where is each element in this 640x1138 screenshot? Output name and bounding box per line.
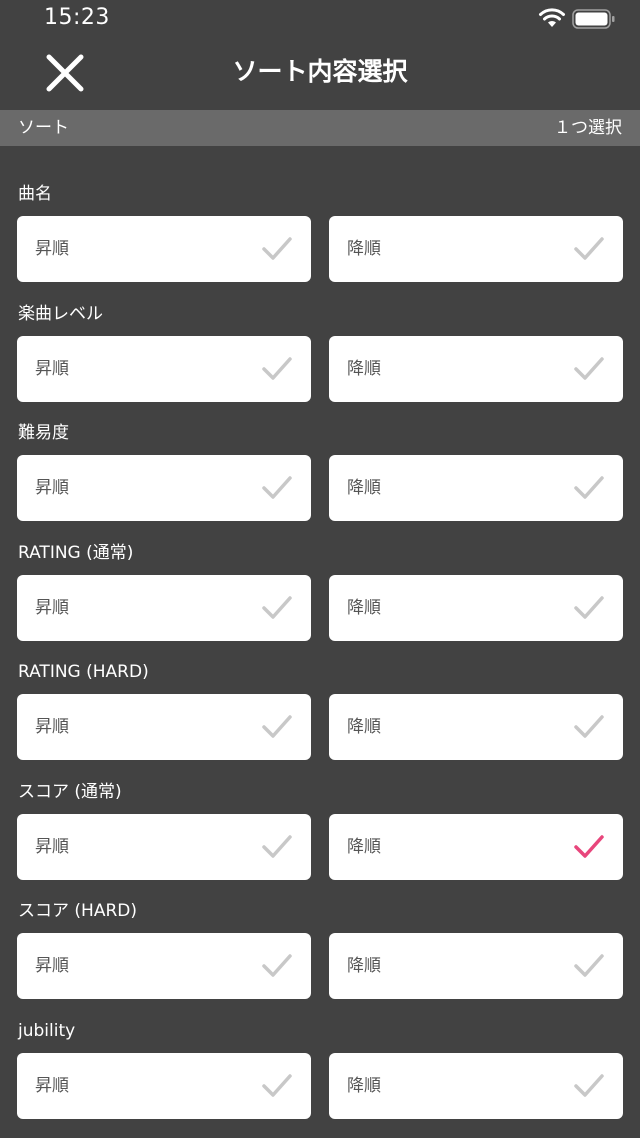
- checkmark-icon: [262, 356, 292, 380]
- checkmark-icon: [574, 1073, 604, 1097]
- sort-group-label: RATING (通常): [18, 542, 134, 563]
- sort-group-label: 楽曲レベル: [18, 303, 103, 324]
- checkmark-icon: [574, 237, 604, 260]
- checkmark-icon: [574, 715, 604, 738]
- sort-group-label: jubility: [18, 1020, 76, 1041]
- sort-group: スコア (通常) 昇順 降順: [0, 744, 640, 880]
- checkmark-icon: [262, 834, 292, 858]
- checkmark-icon: [574, 356, 604, 380]
- sort-group: スコア (HARD) 昇順 降順: [0, 863, 640, 999]
- sort-group: 難易度 昇順 降順: [0, 385, 640, 521]
- wifi-icon: [538, 8, 566, 28]
- status-time: 15:23: [44, 5, 110, 30]
- sort-group-label: スコア (HARD): [18, 901, 137, 921]
- status-bar: 15:23: [0, 0, 640, 36]
- descending-option[interactable]: 降順: [329, 1052, 623, 1119]
- sort-group-label: スコア (通常): [18, 781, 122, 802]
- sort-group-label: 曲名: [18, 184, 52, 204]
- sort-group: RATING (HARD) 昇順 降順: [0, 624, 640, 760]
- checkmark-icon: [262, 595, 292, 619]
- close-icon: [46, 54, 84, 92]
- option-label: 降順: [347, 1075, 381, 1096]
- section-title: ソート: [18, 118, 69, 138]
- checkmark-icon: [262, 1073, 292, 1097]
- close-button[interactable]: [44, 52, 86, 94]
- checkmark-icon: [574, 954, 604, 977]
- checkmark-icon: [574, 834, 604, 858]
- sort-group-label: 難易度: [18, 423, 69, 443]
- checkmark-icon: [262, 476, 292, 499]
- checkmark-icon: [574, 595, 604, 619]
- page-title: ソート内容選択: [232, 57, 408, 86]
- sort-group: 曲名 昇順 降順: [0, 146, 640, 282]
- ascending-option[interactable]: 昇順: [17, 1052, 311, 1119]
- nav-bar: ソート内容選択: [0, 36, 640, 110]
- sort-group: RATING (通常) 昇順 降順: [0, 505, 640, 641]
- sort-group: 楽曲レベル 昇順 降順: [0, 266, 640, 402]
- sort-list: 曲名 昇順 降順 楽曲レベル 昇順 降順 難易度 昇順 降順 RATING (通常) 昇順 降順 RAT…: [0, 146, 640, 1138]
- checkmark-icon: [262, 237, 292, 260]
- sort-group: jubility 昇順 降順: [0, 983, 640, 1119]
- checkmark-icon: [262, 954, 292, 977]
- sort-group-label: RATING (HARD): [18, 662, 149, 682]
- option-label: 昇順: [35, 1075, 69, 1096]
- checkmark-icon: [262, 715, 292, 738]
- selection-hint: １つ選択: [554, 118, 622, 138]
- section-header: ソート １つ選択: [0, 110, 640, 146]
- battery-icon: [572, 9, 616, 29]
- checkmark-icon: [574, 476, 604, 499]
